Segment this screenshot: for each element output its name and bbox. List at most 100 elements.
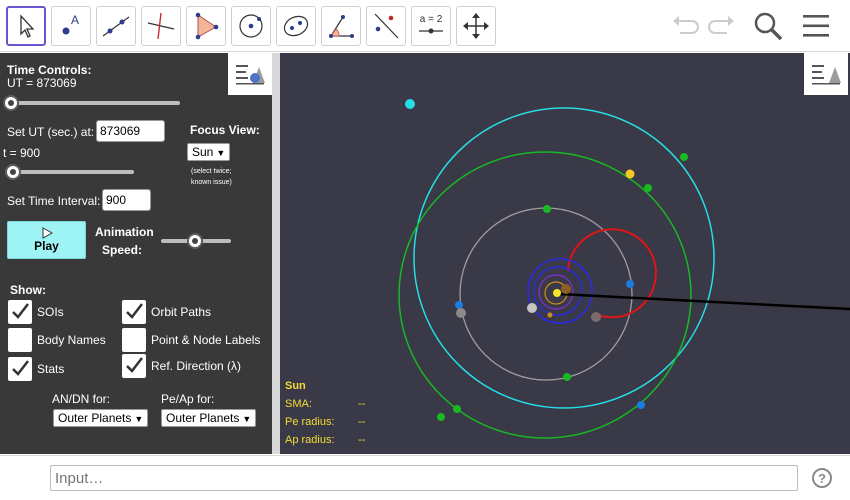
pe-ap-value: Outer Planets — [166, 411, 240, 425]
dropdown-arrow-icon: ▼ — [134, 414, 144, 424]
graphics-style-bar-button[interactable] — [804, 53, 848, 95]
node-point[interactable] — [437, 413, 445, 421]
t-slider[interactable] — [13, 170, 134, 174]
circle-tool-button[interactable] — [231, 6, 271, 46]
pe-ap-dropdown[interactable]: Outer Planets ▼ — [161, 409, 257, 427]
show-label: Show: — [10, 283, 46, 297]
circle-center-point-icon — [239, 14, 263, 38]
body-white[interactable] — [527, 303, 537, 313]
orbit-paths-checkbox[interactable] — [122, 300, 146, 324]
move-graphics-tool-button[interactable] — [456, 6, 496, 46]
body-names-checkbox[interactable] — [8, 328, 32, 352]
help-icon[interactable]: ? — [812, 468, 832, 488]
body-brown[interactable] — [561, 284, 571, 294]
checkmark-icon — [12, 360, 29, 376]
node-point-blue[interactable] — [455, 301, 463, 309]
sois-checkbox[interactable] — [8, 300, 32, 324]
point-icon: A — [62, 13, 79, 35]
redo-button[interactable] — [704, 8, 740, 44]
undo-icon — [673, 16, 699, 34]
body-names-label: Body Names — [37, 333, 106, 347]
stats-pe-radius-value: -- — [358, 416, 366, 428]
conic-tool-button[interactable] — [276, 6, 316, 46]
undo-button[interactable] — [667, 8, 703, 44]
slider-icon: a = 2 — [419, 14, 443, 34]
set-time-interval-input[interactable]: 900 — [102, 189, 151, 211]
t-slider-handle[interactable] — [5, 164, 21, 180]
reflect-tool-button[interactable] — [366, 6, 406, 46]
pe-ap-label: Pe/Ap for: — [161, 392, 215, 406]
animation-speed-slider-handle[interactable] — [187, 233, 203, 249]
angle-tool-button[interactable] — [321, 6, 361, 46]
body-yellow[interactable] — [625, 169, 635, 179]
stats-checkbox[interactable] — [8, 357, 32, 381]
angle-icon — [329, 15, 354, 38]
ellipse-icon — [283, 15, 309, 37]
panel-divider[interactable] — [272, 53, 280, 454]
reflect-about-line-icon — [374, 13, 399, 39]
polygon-icon — [195, 12, 219, 40]
focus-view-label: Focus View: — [190, 123, 260, 137]
node-point[interactable] — [680, 153, 688, 161]
stats-ap-radius-value: -- — [358, 434, 366, 446]
node-point[interactable] — [644, 184, 652, 192]
menu-icon — [803, 15, 829, 37]
point-tool-button[interactable]: A — [51, 6, 91, 46]
focus-view-value: Sun — [192, 145, 214, 159]
reference-direction-line — [558, 292, 850, 311]
set-time-interval-label: Set Time Interval: — [7, 194, 101, 208]
polygon-tool-button[interactable] — [186, 6, 226, 46]
search-button[interactable] — [750, 8, 786, 44]
main-menu-button[interactable] — [798, 8, 834, 44]
set-ut-label: Set UT (sec.) at: — [7, 125, 95, 139]
node-point[interactable] — [543, 205, 551, 213]
control-panel: Time Controls: UT = 873069 Set UT (sec.)… — [0, 53, 272, 454]
an-dn-dropdown[interactable]: Outer Planets ▼ — [53, 409, 149, 427]
set-ut-input[interactable]: 873069 — [96, 120, 165, 142]
slider-tool-button[interactable]: a = 2 — [411, 6, 451, 46]
t-value-label: t = 900 — [3, 146, 41, 160]
node-point[interactable] — [453, 405, 461, 413]
animation-speed-label-2: Speed: — [102, 243, 143, 257]
play-button[interactable]: Play — [7, 221, 86, 259]
point-node-labels-checkbox[interactable] — [122, 328, 146, 352]
focus-view-dropdown[interactable]: Sun ▼ — [187, 143, 231, 161]
orbit-paths-label: Orbit Paths — [151, 305, 212, 319]
an-dn-value: Outer Planets — [58, 411, 132, 425]
orbit-path-red — [567, 228, 657, 319]
node-point[interactable] — [563, 373, 571, 381]
orbit-canvas — [398, 99, 850, 439]
node-point-blue[interactable] — [626, 280, 634, 288]
ut-slider-handle[interactable] — [3, 95, 19, 111]
graphics-view[interactable]: Sun SMA: -- Pe radius: -- Ap radius: -- — [280, 53, 850, 454]
ref-direction-checkbox[interactable] — [122, 354, 146, 378]
ut-value-label: UT = 873069 — [7, 76, 77, 90]
style-bar-toggle-icon — [812, 65, 841, 85]
sun[interactable] — [553, 289, 561, 297]
checkmark-icon — [126, 303, 143, 319]
node-point-blue[interactable] — [637, 401, 645, 409]
point-node-labels-label: Point & Node Labels — [151, 333, 261, 347]
stats-ap-radius-label: Ap radius: — [285, 434, 335, 446]
panel-style-bar-button[interactable] — [228, 53, 272, 95]
body-cyan[interactable] — [405, 99, 415, 109]
slider-tool-label: a = 2 — [420, 14, 443, 25]
perpendicular-line-tool-button[interactable] — [141, 6, 181, 46]
style-bar-toggle-icon — [236, 65, 265, 85]
cursor-arrow-icon — [20, 14, 35, 38]
stats-pe-radius-label: Pe radius: — [285, 416, 335, 428]
body-orange[interactable] — [547, 312, 553, 318]
dropdown-arrow-icon: ▼ — [216, 148, 226, 158]
checkmark-icon — [126, 357, 143, 373]
move-tool-button[interactable] — [6, 6, 46, 46]
body-gray[interactable] — [456, 308, 466, 318]
search-icon — [754, 12, 783, 41]
an-dn-label: AN/DN for: — [52, 392, 111, 406]
checkmark-icon — [12, 303, 29, 319]
point-tool-letter: A — [71, 13, 79, 27]
orbit-path-gray — [459, 207, 633, 381]
ut-slider[interactable] — [11, 101, 180, 105]
body-reddish[interactable] — [591, 312, 601, 322]
line-tool-button[interactable] — [96, 6, 136, 46]
algebra-input-field[interactable] — [50, 465, 798, 491]
